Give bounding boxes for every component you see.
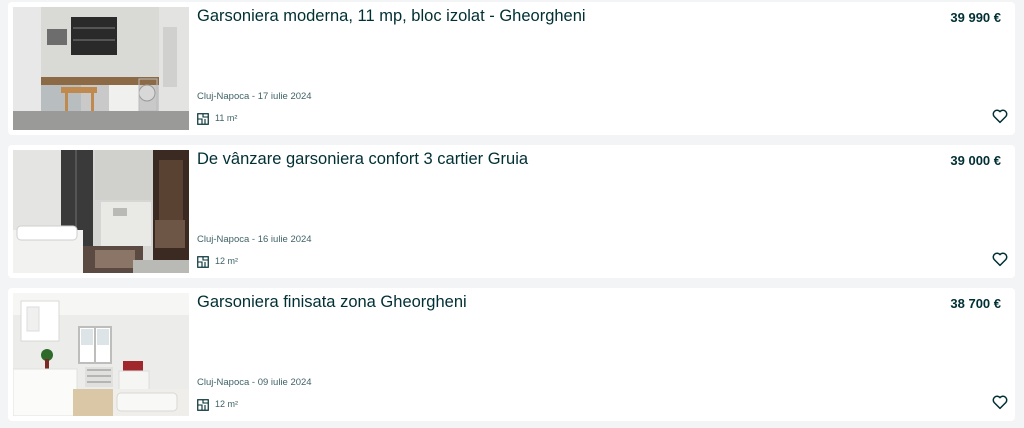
- listing-card[interactable]: Garsoniera finisata zona Gheorgheni 38 7…: [8, 288, 1015, 421]
- heart-outline-icon[interactable]: [991, 250, 1009, 268]
- listing-location-date: Cluj-Napoca - 09 iulie 2024: [197, 377, 312, 388]
- floor-plan-icon: [197, 398, 209, 411]
- listing-card[interactable]: De vânzare garsoniera confort 3 cartier …: [8, 145, 1015, 278]
- listing-card[interactable]: Garsoniera moderna, 11 mp, bloc izolat -…: [8, 2, 1015, 135]
- listing-location-date: Cluj-Napoca - 16 iulie 2024: [197, 234, 312, 245]
- apartment-photo-2: [13, 150, 189, 273]
- listing-photo[interactable]: [13, 293, 189, 416]
- listing-price: 39 000 €: [950, 153, 1001, 168]
- listing-title[interactable]: Garsoniera finisata zona Gheorgheni: [197, 291, 467, 313]
- heart-outline-icon[interactable]: [991, 393, 1009, 411]
- listing-photo[interactable]: [13, 7, 189, 130]
- listing-title[interactable]: Garsoniera moderna, 11 mp, bloc izolat -…: [197, 5, 586, 27]
- listing-area: 12 m²: [197, 397, 238, 411]
- floor-plan-icon: [197, 255, 209, 268]
- listing-photo[interactable]: [13, 150, 189, 273]
- apartment-photo-1: [13, 7, 189, 130]
- floor-plan-icon: [197, 112, 209, 125]
- listing-area-text: 12 m²: [215, 399, 239, 409]
- apartment-photo-3: [13, 293, 189, 416]
- listing-price: 38 700 €: [950, 296, 1001, 311]
- listing-area-text: 12 m²: [215, 256, 239, 266]
- listing-price: 39 990 €: [950, 10, 1001, 25]
- heart-outline-icon[interactable]: [991, 107, 1009, 125]
- listing-list: Garsoniera moderna, 11 mp, bloc izolat -…: [0, 0, 1024, 428]
- listing-area: 12 m²: [197, 254, 238, 268]
- listing-area: 11 m²: [197, 111, 237, 125]
- listing-area-text: 11 m²: [215, 113, 238, 123]
- listing-location-date: Cluj-Napoca - 17 iulie 2024: [197, 91, 312, 102]
- listing-title[interactable]: De vânzare garsoniera confort 3 cartier …: [197, 148, 528, 170]
